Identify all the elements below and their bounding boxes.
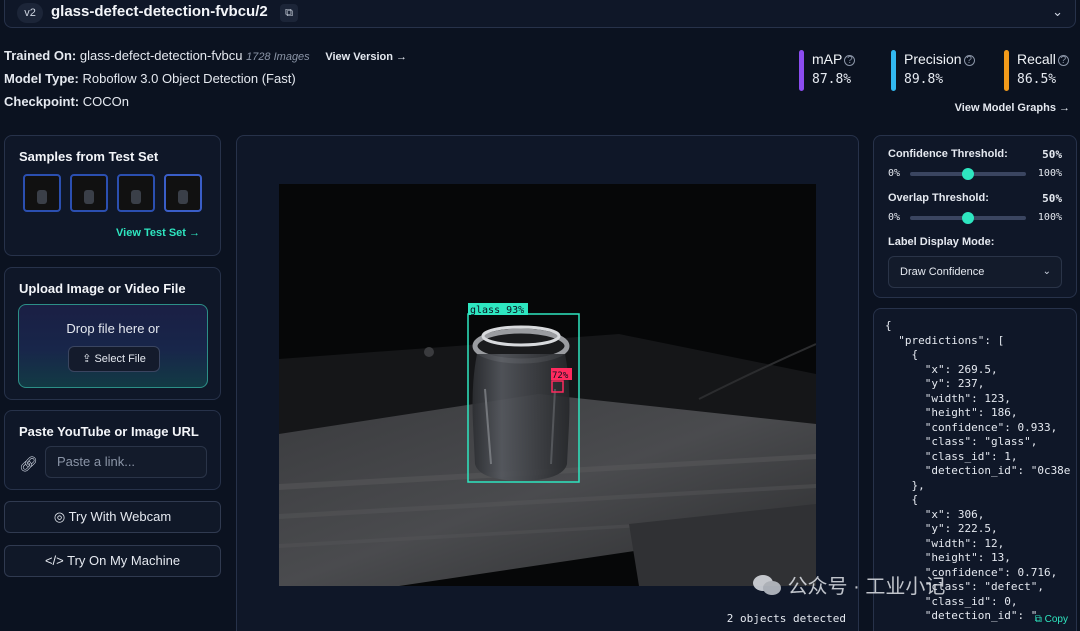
file-dropzone[interactable]: Drop file here or ⇪ Select File xyxy=(18,304,208,388)
confidence-label: Confidence Threshold: xyxy=(888,148,1008,160)
upload-icon: ⇪ xyxy=(82,353,92,365)
watermark-text: 公众号 · 工业小记 xyxy=(787,576,946,598)
trained-on-row: Trained On: glass-defect-detection-fvbcu… xyxy=(4,48,407,71)
copy-icon[interactable]: ⧉ xyxy=(280,4,298,22)
view-version-link[interactable]: View Version → xyxy=(325,51,407,63)
version-bar[interactable]: v2 glass-defect-detection-fvbcu/2 ⧉ ⌄ xyxy=(4,0,1076,28)
select-file-button[interactable]: ⇪ Select File xyxy=(68,346,160,372)
settings-card: Confidence Threshold: 50% 0% 100% Overla… xyxy=(873,135,1077,298)
select-file-label: Select File xyxy=(94,353,146,365)
webcam-icon: ◎ xyxy=(53,509,66,524)
try-on-machine-button[interactable]: </> Try On My Machine xyxy=(4,545,221,577)
url-title: Paste YouTube or Image URL xyxy=(19,424,199,439)
model-info: Trained On: glass-defect-detection-fvbcu… xyxy=(4,48,407,117)
version-badge: v2 xyxy=(17,3,43,23)
metric-precision-bar xyxy=(891,50,896,91)
upload-title: Upload Image or Video File xyxy=(19,281,186,296)
metric-recall-value: 86.5% xyxy=(1017,72,1057,87)
confidence-min: 0% xyxy=(888,168,901,179)
sample-thumbnail[interactable] xyxy=(23,174,61,212)
metric-precision-label: Precision xyxy=(904,51,962,67)
inference-panel: glass 93% 72% 2 objects detected xyxy=(236,135,859,631)
model-type-value: Roboflow 3.0 Object Detection (Fast) xyxy=(82,71,296,86)
confidence-slider-handle[interactable] xyxy=(962,168,974,180)
detection-label-defect: 72% xyxy=(552,371,569,381)
checkpoint-value: COCOn xyxy=(82,94,129,109)
overlap-value: 50% xyxy=(1042,192,1062,205)
detection-label-glass: glass 93% xyxy=(470,305,524,316)
url-input[interactable]: Paste a link... xyxy=(45,446,207,478)
confidence-max: 100% xyxy=(1037,168,1062,179)
metric-recall-bar xyxy=(1004,50,1009,91)
trained-on-value: glass-defect-detection-fvbcu xyxy=(79,48,243,63)
view-model-graphs-link[interactable]: View Model Graphs → xyxy=(955,102,1070,114)
try-webcam-label: Try With Webcam xyxy=(68,509,172,524)
overlap-slider[interactable] xyxy=(910,212,1026,224)
metric-map-label: mAP xyxy=(812,51,843,67)
checkpoint-row: Checkpoint: COCOn xyxy=(4,94,407,117)
bolt xyxy=(424,347,434,357)
confidence-value: 50% xyxy=(1042,148,1062,161)
metric-precision-value: 89.8% xyxy=(904,72,944,87)
trained-on-label: Trained On: xyxy=(4,48,77,63)
try-webcam-button[interactable]: ◎ Try With Webcam xyxy=(4,501,221,533)
metric-map-value: 87.8% xyxy=(812,72,852,87)
metric-map: mAP? 87.8% xyxy=(799,50,889,92)
overlap-min: 0% xyxy=(888,212,901,223)
label-mode-select[interactable]: Draw Confidence ⌄ xyxy=(888,256,1062,288)
copy-icon: ⧉ xyxy=(1034,614,1042,625)
try-on-machine-label: Try On My Machine xyxy=(67,553,181,568)
overlap-slider-handle[interactable] xyxy=(962,212,974,224)
samples-title: Samples from Test Set xyxy=(19,149,159,164)
dropzone-text: Drop file here or xyxy=(66,321,160,336)
metric-recall: Recall? 86.5% xyxy=(1004,50,1080,92)
checkpoint-label: Checkpoint: xyxy=(4,94,80,109)
upload-card: Upload Image or Video File Drop file her… xyxy=(4,267,221,400)
info-icon[interactable]: ? xyxy=(963,55,975,66)
inference-image: glass 93% 72% xyxy=(279,184,816,586)
link-icon: 🔗︎ xyxy=(19,456,39,473)
objects-detected-count: 2 objects detected xyxy=(726,612,846,625)
scene-svg: glass 93% 72% xyxy=(279,184,816,586)
copy-button[interactable]: ⧉ Copy xyxy=(1035,614,1068,625)
chevron-down-icon[interactable]: ⌄ xyxy=(1052,4,1063,20)
model-type-label: Model Type: xyxy=(4,71,79,86)
copy-label: Copy xyxy=(1044,614,1068,625)
view-test-set-link[interactable]: View Test Set → xyxy=(116,227,200,239)
confidence-slider[interactable] xyxy=(910,168,1026,180)
info-icon[interactable]: ? xyxy=(844,55,856,66)
url-card: Paste YouTube or Image URL 🔗︎ Paste a li… xyxy=(4,410,221,490)
metric-precision: Precision? 89.8% xyxy=(891,50,981,92)
metric-map-bar xyxy=(799,50,804,91)
watermark: 公众号 · 工业小记 xyxy=(752,570,945,599)
sample-thumbnail[interactable] xyxy=(117,174,155,212)
overlap-max: 100% xyxy=(1037,212,1062,223)
overlap-label: Overlap Threshold: xyxy=(888,192,989,204)
metric-recall-label: Recall xyxy=(1017,51,1056,67)
wechat-icon xyxy=(753,575,781,595)
version-title: glass-defect-detection-fvbcu/2 xyxy=(51,3,268,20)
sample-thumbnail[interactable] xyxy=(164,174,202,212)
label-mode-label: Label Display Mode: xyxy=(888,236,995,248)
label-mode-value: Draw Confidence xyxy=(900,266,985,278)
code-icon: </> xyxy=(44,553,64,568)
model-type-row: Model Type: Roboflow 3.0 Object Detectio… xyxy=(4,71,407,94)
image-count: 1728 Images xyxy=(246,51,310,63)
chevron-down-icon: ⌄ xyxy=(1042,266,1051,277)
samples-card: Samples from Test Set View Test Set → xyxy=(4,135,221,256)
sample-thumbnail[interactable] xyxy=(70,174,108,212)
info-icon[interactable]: ? xyxy=(1057,55,1069,66)
